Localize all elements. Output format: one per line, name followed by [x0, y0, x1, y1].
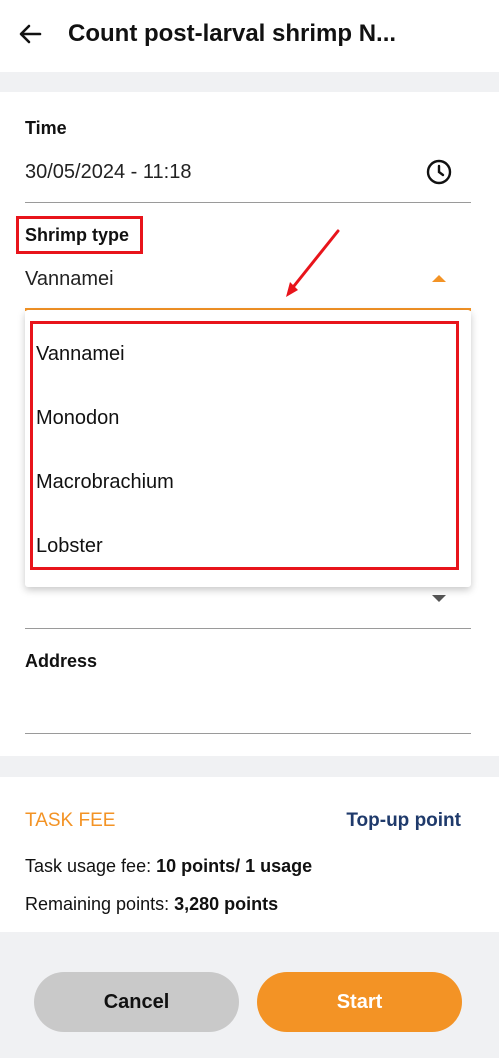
caret-up-icon[interactable]: [432, 275, 446, 282]
section-divider: [0, 756, 499, 777]
usage-fee-value: 10 points/ 1 usage: [156, 856, 313, 876]
action-bar: Cancel Start: [0, 932, 499, 1058]
pointer-arrow-icon: [286, 229, 340, 297]
hidden-field-underline: [25, 628, 471, 629]
address-label: Address: [25, 651, 98, 671]
remaining-points-line: Remaining points: 3,280 points: [25, 894, 278, 915]
time-field[interactable]: 30/05/2024 - 11:18: [25, 161, 191, 184]
task-fee-title: TASK FEE: [25, 810, 116, 831]
remaining-points-value: 3,280 points: [174, 894, 279, 914]
time-underline: [25, 202, 471, 203]
caret-down-icon[interactable]: [432, 595, 446, 602]
time-label: Time: [25, 118, 67, 138]
cancel-button[interactable]: Cancel: [34, 972, 239, 1032]
remaining-points-label: Remaining points:: [25, 894, 170, 914]
back-arrow-icon[interactable]: [14, 18, 46, 50]
top-up-link[interactable]: Top-up point: [346, 810, 461, 832]
page-title: Count post-larval shrimp N...: [68, 20, 397, 47]
highlight-box-label: [16, 216, 143, 254]
app-header: Count post-larval shrimp N...: [0, 0, 499, 72]
highlight-box-options: [30, 321, 459, 570]
usage-fee-line: Task usage fee: 10 points/ 1 usage: [25, 856, 312, 877]
address-underline: [25, 733, 471, 734]
usage-fee-label: Task usage fee:: [25, 856, 152, 876]
section-divider: [0, 72, 499, 92]
shrimp-type-select[interactable]: Vannamei: [25, 268, 114, 291]
task-fee-section: TASK FEE Top-up point Task usage fee: 10…: [0, 777, 499, 932]
clock-icon[interactable]: [424, 157, 454, 187]
start-button[interactable]: Start: [257, 972, 462, 1032]
